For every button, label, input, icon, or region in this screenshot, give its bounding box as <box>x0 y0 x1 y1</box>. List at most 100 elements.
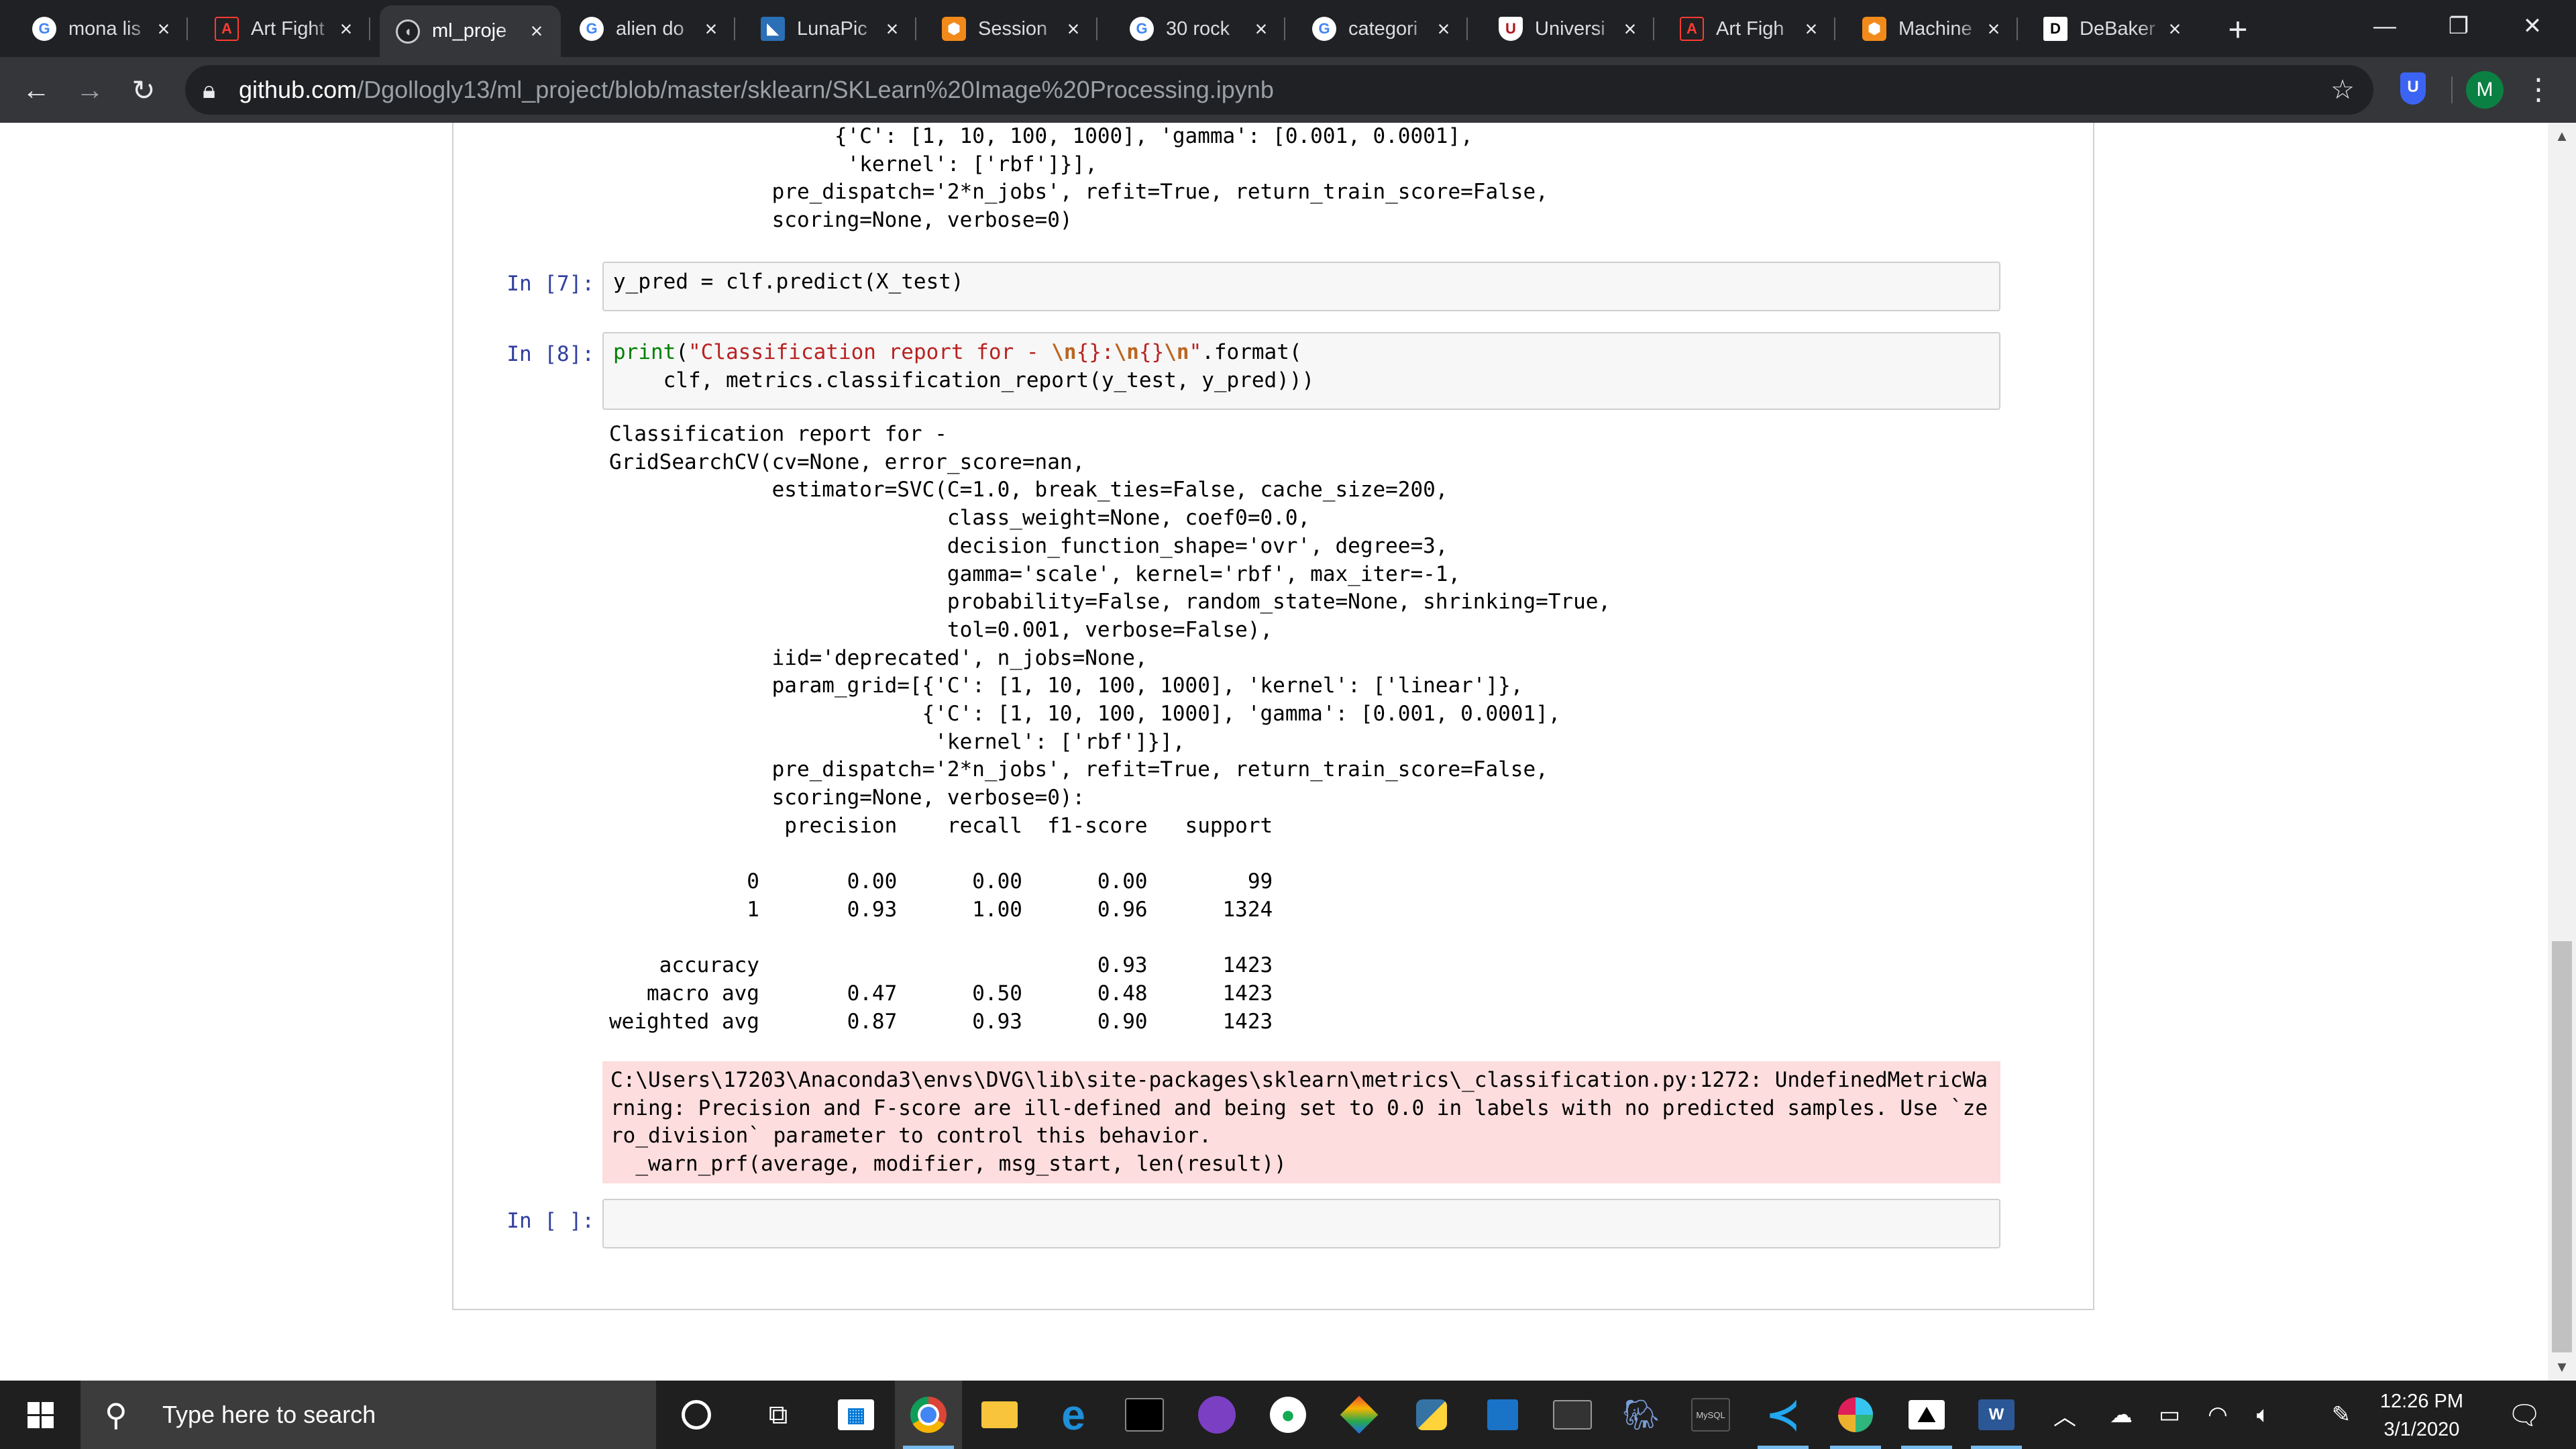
scroll-down-arrow-icon[interactable]: ▼ <box>2548 1354 2576 1381</box>
taskbar-search[interactable]: ⚲ Type here to search <box>80 1381 656 1449</box>
clock[interactable]: 12:26 PM 3/1/2020 <box>2361 1387 2482 1444</box>
tab-lunapic[interactable]: ◣ LunaPic × <box>745 7 916 51</box>
start-button[interactable] <box>0 1381 80 1449</box>
scroll-up-arrow-icon[interactable]: ▲ <box>2548 123 2576 150</box>
volume-icon[interactable]: 🔈︎ <box>2243 1381 2284 1449</box>
empty-cell-input[interactable] <box>602 1199 2000 1248</box>
tab-machine[interactable]: ⬢ Machine × <box>1846 7 2018 51</box>
close-icon[interactable]: × <box>2164 17 2186 42</box>
cell8-input[interactable]: print("Classification report for - \n{}:… <box>602 332 2000 410</box>
close-icon[interactable]: × <box>1250 17 1272 42</box>
slack-icon[interactable] <box>1822 1381 1889 1449</box>
pen-icon[interactable]: ✎ <box>2321 1381 2361 1449</box>
onedrive-cloud-icon[interactable]: ☁ <box>2101 1381 2141 1449</box>
close-icon[interactable]: × <box>526 19 547 44</box>
edge-icon[interactable]: e <box>1040 1381 1107 1449</box>
tab-session[interactable]: ⬢ Session × <box>926 7 1097 51</box>
tab-art-figh[interactable]: A Art Figh × <box>1664 7 1835 51</box>
cell7-code: y_pred = clf.predict(X_test) <box>613 270 964 294</box>
vscode-icon[interactable]: ≺ <box>1750 1381 1817 1449</box>
forward-button[interactable]: → <box>70 70 110 110</box>
close-icon[interactable]: × <box>1063 17 1084 42</box>
tab-title: alien do <box>616 17 684 40</box>
github-desktop-icon[interactable] <box>1183 1381 1250 1449</box>
close-icon[interactable]: × <box>1801 17 1822 42</box>
minimize-button[interactable]: — <box>2348 0 2422 52</box>
cell7-input[interactable]: y_pred = clf.predict(X_test) <box>602 262 2000 311</box>
terminal-icon[interactable] <box>1111 1381 1178 1449</box>
file-explorer-icon[interactable] <box>966 1381 1033 1449</box>
cell8-output: Classification report for - GridSearchCV(… <box>609 421 1611 1036</box>
photos-icon[interactable]: ⛰ <box>1893 1381 1960 1449</box>
code-paren: ( <box>676 340 688 364</box>
show-hidden-icons-chevron-icon[interactable]: ︿ <box>2045 1381 2085 1449</box>
tab-title: categori <box>1348 17 1418 40</box>
code-escape: \n <box>1051 340 1077 364</box>
close-icon[interactable]: × <box>700 17 722 42</box>
code-escape: \n <box>1164 340 1189 364</box>
word-icon[interactable]: W <box>1963 1381 2030 1449</box>
d-icon: D <box>2043 17 2068 41</box>
close-icon[interactable]: × <box>153 17 174 42</box>
task-view-icon[interactable]: ⧉ <box>745 1381 812 1449</box>
address-bar[interactable]: 🔒︎ github.com/Dgollogly13/ml_project/blo… <box>185 65 2373 115</box>
close-icon[interactable]: × <box>335 17 357 42</box>
tab-title: Art Fight <box>251 17 325 40</box>
mongodb-icon[interactable]: ● <box>1254 1381 1322 1449</box>
sourcetree-icon[interactable] <box>1326 1381 1393 1449</box>
action-center-icon[interactable]: 🗨︎ <box>2501 1381 2548 1449</box>
tab-mona-lisa[interactable]: G mona lis × <box>16 7 188 51</box>
virtualbox-icon[interactable] <box>1469 1381 1536 1449</box>
output-line: pre_dispatch='2*n_jobs', refit=True, ret… <box>609 757 1548 782</box>
google-icon: G <box>1130 17 1154 41</box>
extension-shield-icon[interactable]: U <box>2400 72 2426 105</box>
tab-universi[interactable]: U Universi × <box>1483 7 1654 51</box>
profile-avatar[interactable]: M <box>2466 71 2504 109</box>
mysql-icon[interactable]: MySQL <box>1677 1381 1744 1449</box>
new-tab-button[interactable]: + <box>2218 9 2258 50</box>
scrollbar-thumb[interactable] <box>2552 941 2572 1352</box>
store-bag-glyph: ▦ <box>838 1399 874 1430</box>
close-icon[interactable]: × <box>1433 17 1454 42</box>
reload-button[interactable]: ↻ <box>123 70 164 110</box>
store-icon[interactable]: ▦ <box>822 1381 890 1449</box>
folder-glyph <box>981 1401 1018 1428</box>
back-button[interactable]: ← <box>16 70 56 110</box>
output-line: 'kernel': ['rbf']}], <box>609 152 1097 176</box>
bookmark-star-icon[interactable]: ☆ <box>2330 74 2355 105</box>
tab-art-fight[interactable]: A Art Fight × <box>199 7 370 51</box>
page-scrollbar[interactable]: ▲ ▼ <box>2548 123 2576 1381</box>
close-icon[interactable]: × <box>881 17 903 42</box>
output-line: decision_function_shape='ovr', degree=3, <box>609 533 1448 558</box>
code-string: {} <box>1138 340 1165 364</box>
python-icon[interactable] <box>1398 1381 1465 1449</box>
cortana-icon[interactable] <box>663 1381 730 1449</box>
output-line: 0 0.00 0.00 0.00 99 <box>609 869 1273 894</box>
output-line: scoring=None, verbose=0): <box>609 786 1085 810</box>
tab-debaker[interactable]: D DeBaker × <box>2027 7 2199 51</box>
tab-alien-do[interactable]: G alien do × <box>564 7 735 51</box>
tab-title: Session <box>978 17 1048 40</box>
output-line: 'kernel': ['rbf']}], <box>609 729 1185 754</box>
battery-icon[interactable]: ▭ <box>2149 1381 2190 1449</box>
code-string: " <box>1189 340 1202 364</box>
tab-categori[interactable]: G categori × <box>1296 7 1468 51</box>
restore-button[interactable]: ❐ <box>2422 0 2496 52</box>
windows-logo-icon <box>27 1401 54 1428</box>
close-icon[interactable]: × <box>1983 17 2004 42</box>
tab-30-rock[interactable]: G 30 rock × <box>1114 7 1285 51</box>
hexagon-icon: ⬢ <box>942 17 966 41</box>
output-line: tol=0.001, verbose=False), <box>609 617 1273 642</box>
close-icon[interactable]: × <box>1619 17 1641 42</box>
cell8-code-line2: clf, metrics.classification_report(y_tes… <box>613 368 1315 392</box>
tab-ml-project[interactable]: ◖ ml_proje × <box>380 5 561 57</box>
menu-dots-icon[interactable]: ⋮ <box>2524 70 2553 110</box>
output-line: macro avg 0.47 0.50 0.48 1423 <box>609 981 1273 1006</box>
pgadmin-icon[interactable]: 🐘︎ <box>1607 1381 1674 1449</box>
wifi-icon[interactable]: ◠ <box>2198 1381 2238 1449</box>
cmd-icon[interactable] <box>1539 1381 1606 1449</box>
close-window-button[interactable]: ✕ <box>2496 0 2569 52</box>
chrome-icon[interactable] <box>895 1381 962 1449</box>
cmd-glyph <box>1553 1400 1592 1430</box>
